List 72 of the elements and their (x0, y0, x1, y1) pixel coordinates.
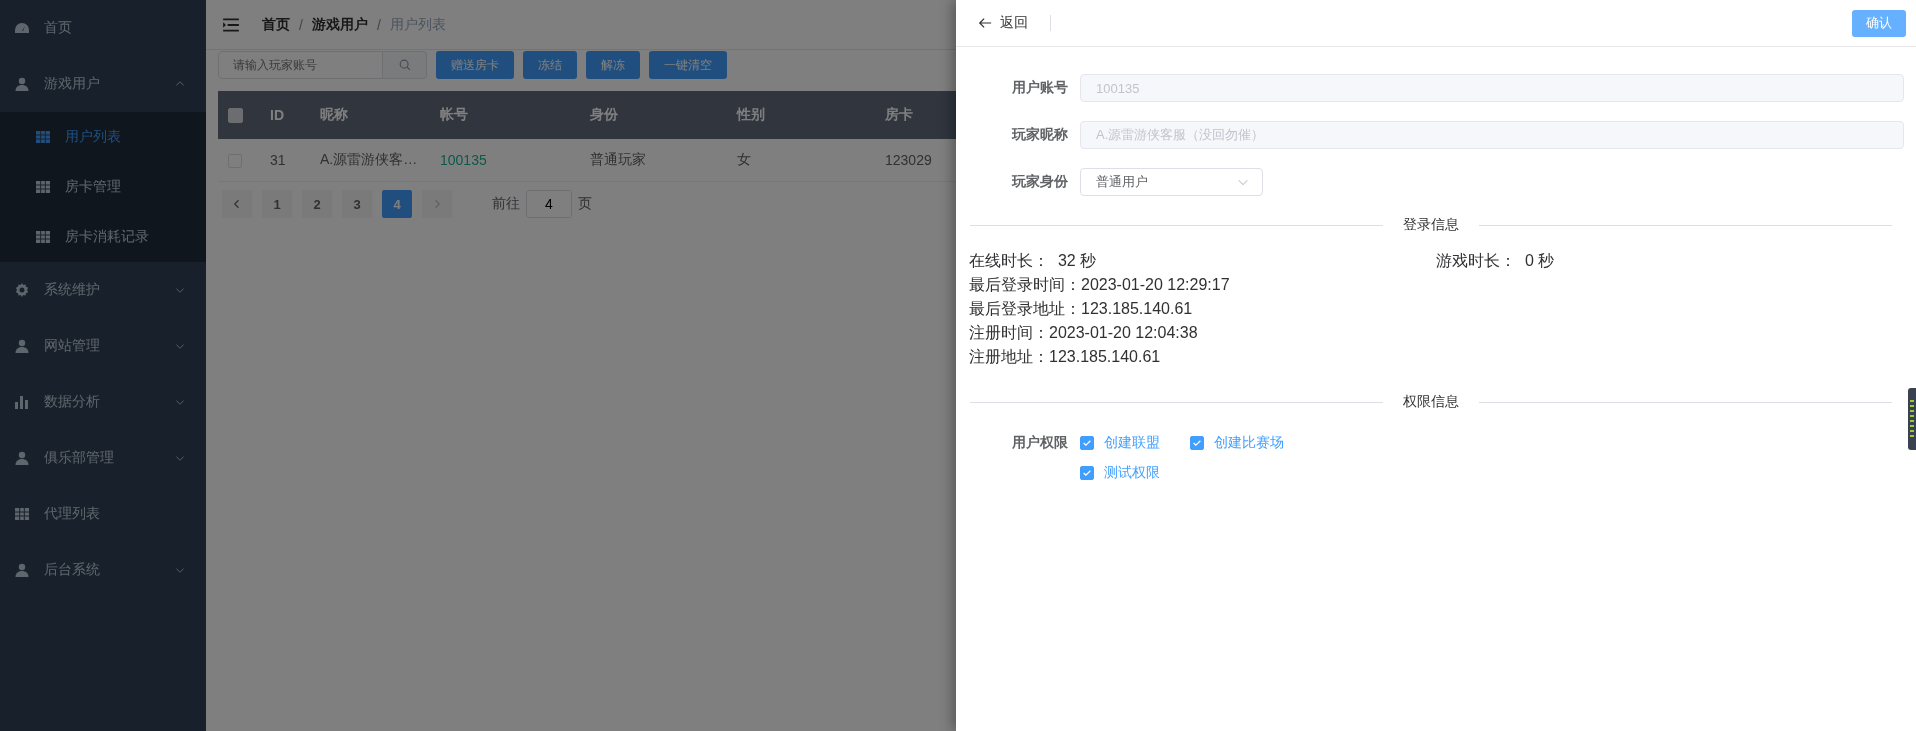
menu-item[interactable]: 代理列表 (0, 486, 206, 542)
column-header: 昵称 (310, 91, 430, 139)
select-field[interactable]: 普通用户 (1080, 168, 1263, 196)
action-button[interactable]: 赠送房卡 (436, 51, 514, 79)
info-text: 在线时长： 32 秒 (969, 251, 1098, 271)
grid-icon (35, 229, 51, 245)
permission-checkbox[interactable]: 创建联盟 (1080, 434, 1160, 452)
permission-checkbox[interactable]: 创建比赛场 (1190, 434, 1284, 452)
breadcrumb-separator: / (299, 16, 303, 33)
grid-icon (35, 129, 51, 145)
submenu-item[interactable]: 用户列表 (0, 112, 206, 162)
table-cell: 123029 (885, 152, 932, 168)
user-icon (14, 338, 30, 354)
submenu-item[interactable]: 房卡管理 (0, 162, 206, 212)
back-button[interactable]: 返回 (978, 15, 1051, 31)
column-header: 性别 (727, 91, 875, 139)
page-suffix: 页 (578, 195, 592, 213)
side-handle[interactable] (1908, 388, 1916, 450)
prev-page-button[interactable] (222, 190, 252, 218)
permission-checkbox[interactable]: 测试权限 (1080, 464, 1160, 482)
grid-icon (35, 179, 51, 195)
page-button[interactable]: 2 (302, 190, 332, 218)
breadcrumb-link[interactable]: 首页 (262, 15, 290, 34)
search-button[interactable] (383, 51, 427, 79)
action-button[interactable]: 解冻 (586, 51, 640, 79)
table-cell: 女 (737, 151, 751, 167)
page-button[interactable]: 3 (342, 190, 372, 218)
column-header: 身份 (580, 91, 727, 139)
menu-item[interactable]: 游戏用户 (0, 56, 206, 112)
column-header: 帐号 (430, 91, 580, 139)
confirm-button[interactable]: 确认 (1852, 9, 1906, 37)
column-header: ID (260, 91, 310, 139)
user-icon (14, 450, 30, 466)
menu-item[interactable]: 俱乐部管理 (0, 430, 206, 486)
user-icon (14, 76, 30, 92)
page-button[interactable]: 4 (382, 190, 412, 218)
field-label: 用户权限 (1011, 434, 1069, 452)
section-title: 登录信息 (1402, 216, 1460, 234)
section-title: 权限信息 (1402, 393, 1460, 411)
menu-toggle-icon[interactable] (222, 15, 240, 34)
bar-chart-icon (14, 394, 30, 410)
menu-item[interactable]: 数据分析 (0, 374, 206, 430)
menu-item[interactable]: 系统维护 (0, 262, 206, 318)
table-cell: 31 (270, 152, 286, 168)
select-all-checkbox[interactable] (228, 108, 243, 124)
info-text: 游戏时长： 0 秒 (1436, 251, 1556, 271)
gauge-icon (14, 20, 30, 36)
menu-item[interactable]: 首页 (0, 0, 206, 56)
info-text: 最后登录地址：123.185.140.61 (969, 299, 1194, 319)
account-link[interactable]: 100135 (440, 152, 487, 168)
arrow-left-icon (978, 16, 992, 30)
action-button[interactable]: 冻结 (523, 51, 577, 79)
grid-icon (14, 506, 30, 522)
info-text: 注册时间：2023-01-20 12:04:38 (969, 323, 1199, 343)
submenu-item[interactable]: 房卡消耗记录 (0, 212, 206, 262)
table-cell: A.源雷游侠客… (320, 151, 418, 167)
info-text: 最后登录时间：2023-01-20 12:29:17 (969, 275, 1231, 295)
breadcrumb-link[interactable]: 游戏用户 (311, 15, 368, 34)
field-label: 玩家身份 (1010, 173, 1069, 191)
search-icon (397, 58, 412, 72)
breadcrumb-separator: / (376, 16, 381, 33)
info-text: 注册地址：123.185.140.61 (969, 347, 1162, 367)
menu-item[interactable]: 网站管理 (0, 318, 206, 374)
jump-label: 前往 (492, 195, 520, 213)
action-button[interactable]: 一键清空 (649, 51, 727, 79)
page-button[interactable]: 1 (262, 190, 292, 218)
page-number-field[interactable]: 4 (526, 190, 572, 218)
user-icon (14, 562, 30, 578)
menu-item[interactable]: 后台系统 (0, 542, 206, 598)
table-cell: 普通玩家 (590, 151, 646, 167)
gear-icon (14, 282, 30, 298)
search-field[interactable]: 请输入玩家账号 (218, 51, 383, 79)
